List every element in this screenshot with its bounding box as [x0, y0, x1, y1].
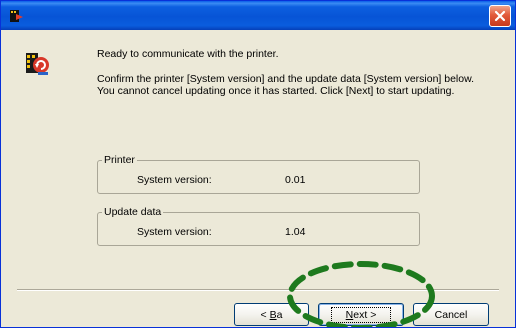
back-button-prefix: < — [260, 308, 270, 321]
instruction-line-1: Confirm the printer [System version] and… — [97, 73, 475, 85]
printer-version-value: 0.01 — [285, 174, 306, 186]
back-button-key: B — [269, 308, 277, 321]
instruction-line-2: You cannot cancel updating once it has s… — [97, 85, 455, 97]
close-button[interactable] — [489, 5, 511, 27]
app-title-icon — [8, 8, 24, 24]
next-button-highlight-annotation — [287, 261, 435, 327]
update-version-value: 1.04 — [285, 226, 306, 238]
status-message: Ready to communicate with the printer. — [97, 48, 279, 60]
update-data-group-legend: Update data — [102, 206, 164, 218]
close-icon — [494, 10, 506, 22]
printer-update-icon — [23, 50, 51, 78]
update-version-label: System version: — [137, 226, 212, 238]
dialog-window: Ready to communicate with the printer. C… — [0, 0, 516, 328]
title-bar — [1, 1, 515, 30]
printer-version-label: System version: — [137, 174, 212, 186]
back-button-suffix: a — [276, 308, 283, 321]
printer-group-legend: Printer — [102, 154, 137, 166]
update-data-group: Update data System version: 1.04 — [97, 206, 420, 246]
printer-group: Printer System version: 0.01 — [97, 154, 420, 194]
